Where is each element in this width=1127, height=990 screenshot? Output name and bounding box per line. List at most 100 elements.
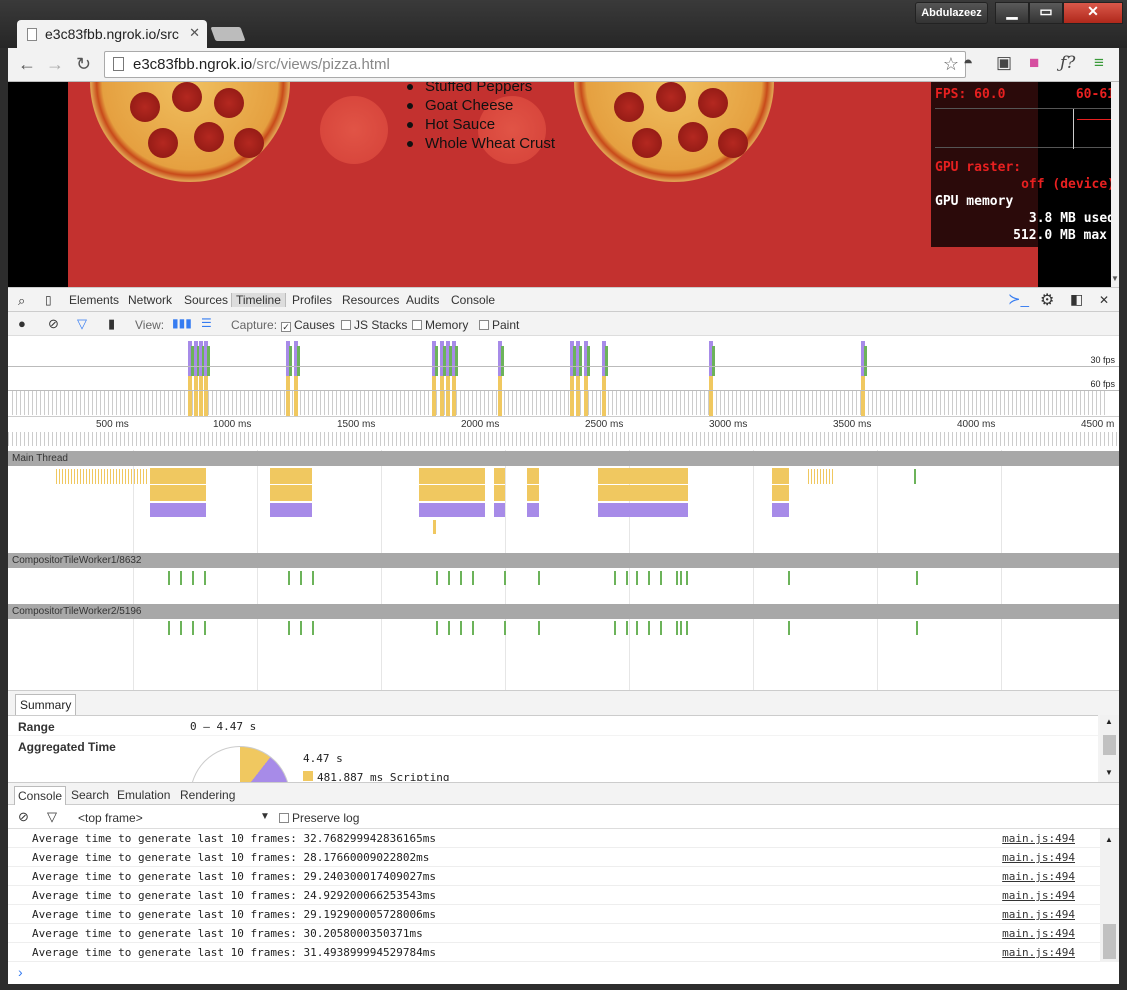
back-arrow-icon[interactable]: ←	[18, 54, 36, 75]
extension-icon[interactable]: ▣	[996, 53, 1012, 73]
incognito-icon[interactable]: ◓	[963, 53, 973, 73]
device-mode-icon[interactable]: ▯	[45, 293, 52, 307]
frame-bar	[120, 391, 121, 415]
paint-checkbox[interactable]: Paint	[479, 318, 519, 332]
trash-icon[interactable]: ▮	[108, 316, 115, 332]
frame-bar	[800, 391, 801, 415]
frame-bar	[252, 391, 253, 415]
js-stacks-checkbox[interactable]: JS Stacks	[341, 318, 407, 332]
record-icon[interactable]: ●	[18, 316, 26, 331]
source-link[interactable]: main.js:494	[1002, 946, 1075, 959]
tab-rendering[interactable]: Rendering	[180, 788, 235, 802]
frame-bar	[624, 391, 625, 415]
tab-profiles[interactable]: Profiles	[292, 293, 332, 307]
close-devtools-icon[interactable]: ✕	[1099, 293, 1109, 307]
frame-bar	[592, 391, 593, 415]
console-scrollbar[interactable]: ▲ ▼	[1100, 829, 1119, 984]
task-tick	[811, 469, 812, 484]
causes-checkbox[interactable]: ✓ Causes	[281, 318, 335, 332]
console-drawer-icon[interactable]: ≻_	[1008, 290, 1029, 308]
bar-view-icon[interactable]: ▮▮▮	[172, 316, 192, 330]
page-scrollbar[interactable]: ▼	[1111, 82, 1119, 287]
frame-bar	[968, 391, 969, 415]
frame-bar	[908, 391, 909, 415]
frame-bar	[84, 391, 85, 415]
frame-bar	[148, 391, 149, 415]
rendering-task	[494, 503, 505, 517]
tab-emulation[interactable]: Emulation	[117, 788, 170, 802]
tab-summary[interactable]: Summary	[15, 694, 77, 715]
reload-icon[interactable]: ↻	[76, 54, 91, 75]
tab-audits[interactable]: Audits	[406, 293, 439, 307]
tab-timeline[interactable]: Timeline	[231, 293, 286, 307]
ruler-tick: 500 ms	[96, 419, 129, 430]
console-message: Average time to generate last 10 frames:…	[8, 905, 1100, 924]
context-select[interactable]: <top frame> ▼	[78, 811, 270, 825]
frame-bar-green	[297, 346, 300, 376]
frame-bar	[956, 391, 957, 415]
source-link[interactable]: main.js:494	[1002, 851, 1075, 864]
source-link[interactable]: main.js:494	[1002, 889, 1075, 902]
scripting-task	[772, 468, 789, 484]
tab-network[interactable]: Network	[128, 293, 172, 307]
forward-arrow-icon[interactable]: →	[46, 54, 64, 75]
tab-console[interactable]: Console	[451, 293, 495, 307]
tile-task	[312, 571, 314, 585]
tab-elements[interactable]: Elements	[69, 293, 119, 307]
memory-checkbox[interactable]: Memory	[412, 318, 468, 332]
frame-bar	[508, 391, 509, 415]
function-extension-icon[interactable]: ƒ?	[1060, 53, 1075, 73]
clear-icon[interactable]: ⊘	[48, 316, 59, 332]
gear-icon[interactable]: ⚙	[1040, 290, 1054, 310]
frame-bar	[992, 391, 993, 415]
tile-task	[788, 571, 790, 585]
source-link[interactable]: main.js:494	[1002, 927, 1075, 940]
browser-tab[interactable]: e3c83fbb.ngrok.io/src ✕	[17, 20, 207, 48]
frame-bar	[96, 391, 97, 415]
tab-sources[interactable]: Sources	[184, 293, 228, 307]
source-link[interactable]: main.js:494	[1002, 908, 1075, 921]
frame-bar	[836, 391, 837, 415]
minimize-button[interactable]: ▁	[995, 2, 1029, 24]
bookmark-star-icon[interactable]: ☆	[943, 54, 959, 75]
timeline-overview[interactable]: 30 fps 60 fps 500 ms 1000 ms 1500 ms 200…	[8, 336, 1119, 456]
frame-bar	[360, 391, 361, 415]
dock-icon[interactable]: ◧	[1070, 291, 1083, 308]
frame-bar	[924, 391, 925, 415]
console-prompt[interactable]: ›	[8, 962, 1119, 984]
frame-bar	[568, 391, 569, 415]
gpu-memory-label: GPU memory	[935, 194, 1014, 209]
flame-chart[interactable]: Main Thread CompositorTileWorker1/8632 C…	[8, 450, 1119, 690]
range-label: Range	[18, 720, 55, 734]
tab-console-drawer[interactable]: Console	[14, 786, 67, 805]
task-tick	[128, 469, 129, 484]
close-tab-icon[interactable]: ✕	[189, 25, 200, 41]
tab-resources[interactable]: Resources	[342, 293, 399, 307]
tab-search[interactable]: Search	[71, 788, 109, 802]
menu-icon[interactable]: ≡	[1094, 53, 1104, 73]
frame-bar	[536, 391, 537, 415]
maximize-button[interactable]: ▭	[1029, 2, 1063, 24]
close-window-button[interactable]: ✕	[1063, 2, 1123, 24]
inspect-search-icon[interactable]: ⌕	[18, 293, 25, 309]
filter-icon[interactable]: ▽	[77, 316, 87, 332]
source-link[interactable]: main.js:494	[1002, 832, 1075, 845]
frame-bar	[416, 391, 417, 415]
source-link[interactable]: main.js:494	[1002, 870, 1075, 883]
frame-bar	[840, 391, 841, 415]
flame-view-icon[interactable]: ☰	[201, 316, 212, 330]
summary-scrollbar[interactable]: ▲ ▼	[1100, 715, 1119, 783]
frame-bar	[344, 391, 345, 415]
page-viewport: Stuffed Peppers Goat Cheese Hot Sauce Wh…	[8, 82, 1119, 287]
address-bar[interactable]: e3c83fbb.ngrok.io/src/views/pizza.html ☆	[104, 51, 966, 78]
scripting-task	[433, 520, 436, 534]
preserve-log-checkbox[interactable]: Preserve log	[279, 811, 359, 825]
color-extension-icon[interactable]: ■	[1029, 53, 1039, 73]
task-tick	[92, 469, 93, 484]
clear-console-icon[interactable]: ⊘	[18, 809, 29, 825]
frame-bar	[776, 391, 777, 415]
frame-bar	[724, 391, 725, 415]
filter-icon[interactable]: ▽	[47, 809, 57, 825]
profile-button[interactable]: Abdulazeez	[915, 2, 988, 24]
new-tab-button[interactable]	[210, 27, 246, 41]
